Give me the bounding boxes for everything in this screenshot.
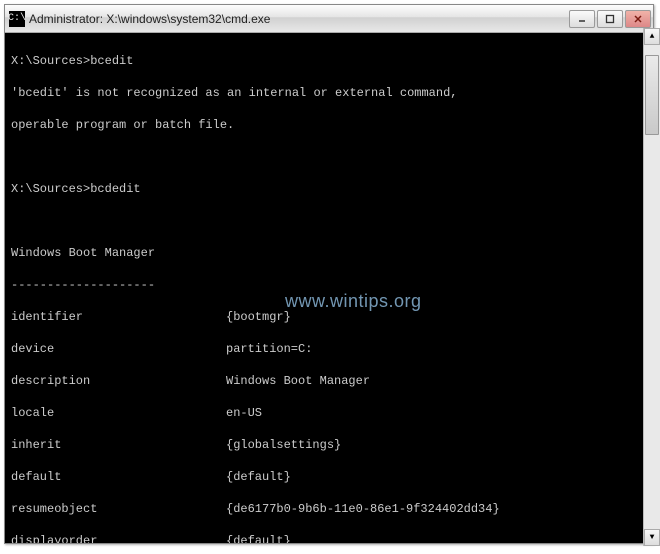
window-buttons bbox=[569, 10, 651, 28]
window-title: Administrator: X:\windows\system32\cmd.e… bbox=[29, 12, 565, 26]
kv-value: {bootmgr} bbox=[226, 309, 291, 325]
scroll-up-button[interactable]: ▲ bbox=[644, 28, 660, 45]
command-text: bcedit bbox=[90, 54, 133, 68]
maximize-button[interactable] bbox=[597, 10, 623, 28]
kv-key: inherit bbox=[11, 437, 226, 453]
error-line: 'bcedit' is not recognized as an interna… bbox=[11, 85, 647, 101]
kv-value: en-US bbox=[226, 405, 262, 421]
kv-value: {de6177b0-9b6b-11e0-86e1-9f324402dd34} bbox=[226, 501, 500, 517]
kv-key: displayorder bbox=[11, 533, 226, 543]
kv-value: partition=C: bbox=[226, 341, 312, 357]
cmd-window: C:\ Administrator: X:\windows\system32\c… bbox=[4, 4, 654, 544]
kv-value: Windows Boot Manager bbox=[226, 373, 370, 389]
watermark: www.wintips.org bbox=[285, 293, 422, 309]
kv-value: {globalsettings} bbox=[226, 437, 341, 453]
close-button[interactable] bbox=[625, 10, 651, 28]
kv-key: resumeobject bbox=[11, 501, 226, 517]
kv-key: identifier bbox=[11, 309, 226, 325]
scrollbar-track[interactable] bbox=[644, 45, 660, 529]
section-underline: -------------------- bbox=[11, 277, 647, 293]
minimize-button[interactable] bbox=[569, 10, 595, 28]
error-line: operable program or batch file. bbox=[11, 117, 647, 133]
section-heading: Windows Boot Manager bbox=[11, 245, 647, 261]
command-text: bcdedit bbox=[90, 182, 140, 196]
scrollbar-thumb[interactable] bbox=[645, 55, 659, 135]
kv-key: default bbox=[11, 469, 226, 485]
kv-key: device bbox=[11, 341, 226, 357]
kv-value: {default} bbox=[226, 533, 291, 543]
prompt: X:\Sources> bbox=[11, 182, 90, 196]
scroll-down-button[interactable]: ▼ bbox=[644, 529, 660, 546]
cmd-icon: C:\ bbox=[9, 11, 25, 27]
kv-key: description bbox=[11, 373, 226, 389]
kv-value: {default} bbox=[226, 469, 291, 485]
titlebar[interactable]: C:\ Administrator: X:\windows\system32\c… bbox=[5, 5, 653, 33]
prompt: X:\Sources> bbox=[11, 54, 90, 68]
scrollbar[interactable]: ▲ ▼ bbox=[643, 28, 660, 546]
kv-key: locale bbox=[11, 405, 226, 421]
terminal-output[interactable]: X:\Sources>bcedit 'bcedit' is not recogn… bbox=[5, 33, 653, 543]
